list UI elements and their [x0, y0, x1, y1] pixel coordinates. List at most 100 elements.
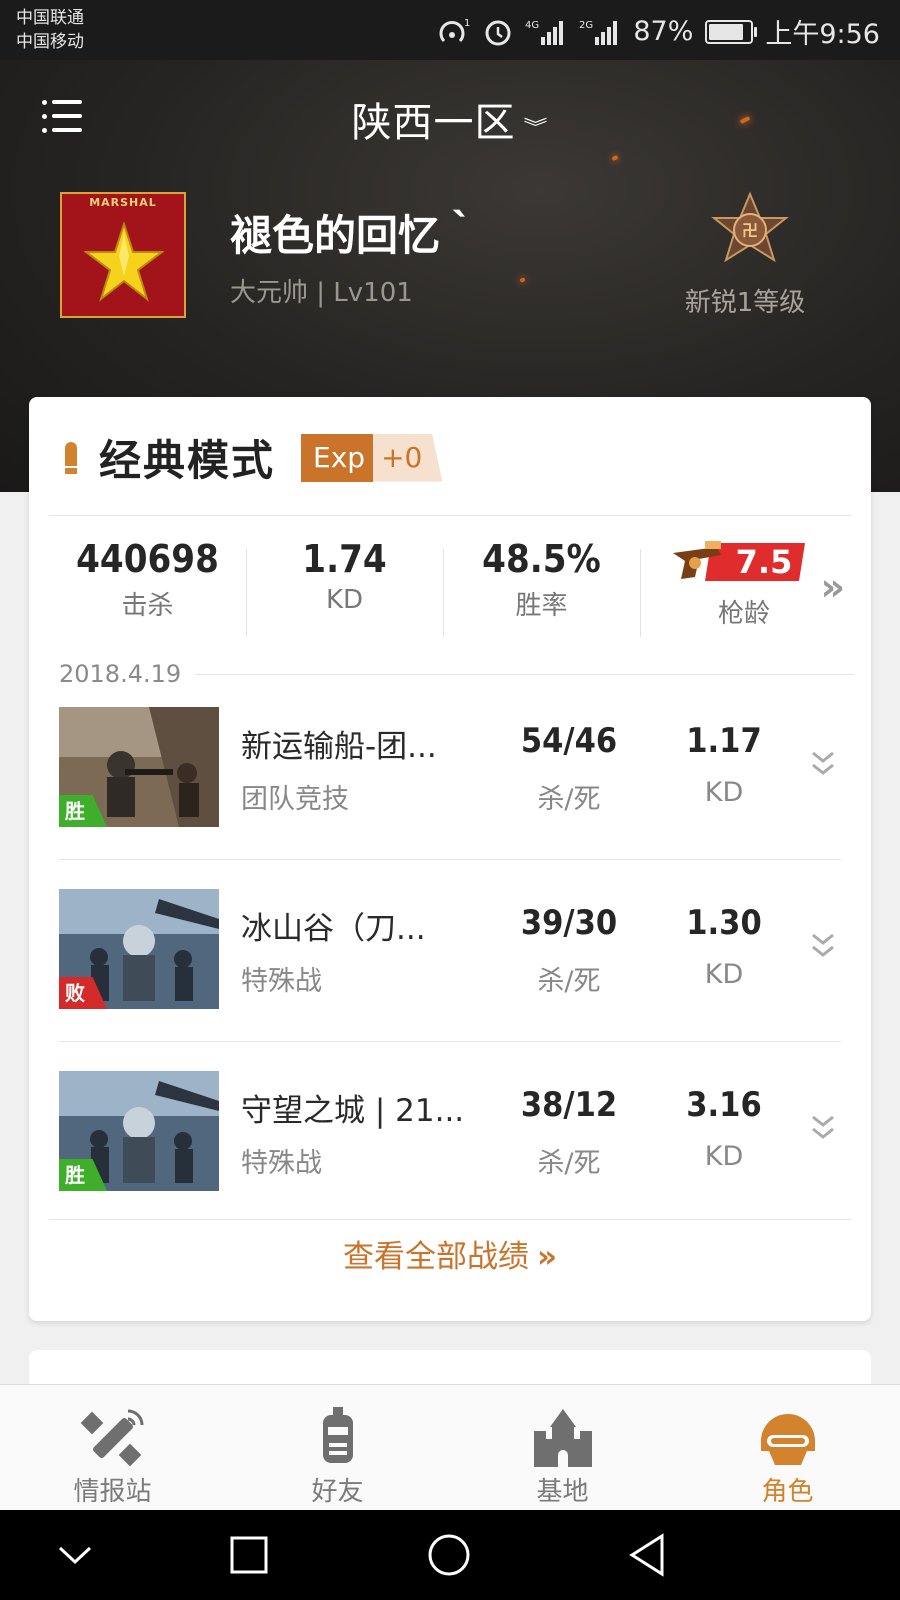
stat-label: KD: [325, 585, 364, 615]
stat-value: 440698: [76, 537, 219, 581]
exp-value: +0: [373, 433, 443, 482]
recents-square-icon[interactable]: [226, 1532, 272, 1578]
home-circle-icon[interactable]: [426, 1532, 472, 1578]
level-label: 新锐1等级: [684, 288, 806, 318]
mode-header: 经典模式 Exp +0: [65, 427, 443, 488]
player-rank-level: 大元帅 | Lv101: [230, 278, 413, 308]
stat-winrate: 48.5% 胜率: [443, 537, 640, 622]
tab-label: 基地: [536, 1477, 589, 1507]
server-name: 陕西一区: [351, 100, 516, 146]
gun-icon: [673, 541, 721, 579]
match-kd-label: KD: [704, 1141, 744, 1172]
match-mode: 特殊战: [241, 966, 322, 997]
tab-intel[interactable]: 情报站: [0, 1385, 225, 1511]
tab-character[interactable]: 角色: [675, 1385, 900, 1511]
date-header: 2018.4.19: [59, 659, 854, 689]
match-kd: 1.17: [686, 721, 762, 761]
double-arrow-right-icon: »: [536, 1239, 558, 1275]
divider: [49, 1219, 851, 1220]
mode-title: 经典模式: [99, 436, 276, 485]
match-map-name: 新运输船-团...: [241, 729, 437, 765]
divider: [59, 859, 841, 860]
stat-label: 胜率: [515, 591, 568, 621]
status-icons: 1 4G 2G 87% 上午9:56: [437, 12, 880, 51]
back-triangle-icon[interactable]: [626, 1532, 672, 1578]
match-map-name: 守望之城 | 21...: [241, 1093, 465, 1129]
hotspot-icon: 1: [439, 18, 471, 42]
system-nav-bar: [0, 1510, 900, 1600]
tab-base[interactable]: 基地: [450, 1385, 675, 1511]
match-kills-deaths-label: 杀/死: [537, 966, 601, 997]
server-selector[interactable]: 陕西一区 ︾: [0, 90, 900, 148]
match-row[interactable]: 胜 守望之城 | 21... 特殊战 38/12 杀/死 3.16 KD: [59, 1071, 839, 1251]
match-thumbnail: 胜: [59, 1071, 219, 1191]
rank-badge-text: MARSHAL: [89, 196, 157, 209]
helmet-icon: [760, 1414, 815, 1465]
classic-mode-card: 经典模式 Exp +0 440698 击杀 1.74 KD 48.5% 胜率 7…: [29, 397, 871, 1321]
match-date: 2018.4.19: [59, 660, 182, 688]
divider: [49, 515, 851, 516]
chevron-double-down-icon[interactable]: [811, 931, 835, 961]
level-medal-icon: 卍: [711, 191, 789, 263]
tab-label: 好友: [311, 1477, 364, 1507]
clock: 上午9:56: [765, 19, 880, 50]
alarm-icon: [485, 20, 511, 45]
match-kills-deaths-label: 杀/死: [537, 1148, 601, 1179]
more-arrow-icon[interactable]: »: [820, 565, 845, 609]
match-kd-label: KD: [704, 959, 744, 990]
rank-avatar: MARSHAL: [60, 192, 186, 318]
svg-text:2G: 2G: [579, 20, 593, 31]
view-all-records-link[interactable]: 查看全部战绩»: [29, 1231, 871, 1276]
tab-label: 情报站: [73, 1477, 152, 1507]
status-bar: 中国联通 中国移动 1 4G 2G 87% 上午9:56: [0, 0, 900, 60]
match-row[interactable]: 败 冰山谷（刀... 特殊战 39/30 杀/死 1.30 KD: [59, 889, 839, 1069]
chevron-double-down-icon[interactable]: [811, 749, 835, 779]
stat-kd: 1.74 KD: [246, 537, 443, 615]
player-nickname: 褪色的回忆｀: [230, 211, 483, 260]
bottom-tab-bar: 情报站 好友 基地 角色: [0, 1384, 900, 1511]
match-mode: 特殊战: [241, 1148, 322, 1179]
divider: [195, 673, 854, 675]
stat-kills: 440698 击杀: [49, 537, 246, 622]
divider: [59, 1041, 841, 1042]
chevron-down-icon[interactable]: [52, 1532, 98, 1578]
match-kd: 3.16: [686, 1085, 762, 1125]
spark-decoration: [611, 154, 619, 162]
tab-friends[interactable]: 好友: [225, 1385, 450, 1511]
chevron-double-down-icon[interactable]: [811, 1113, 835, 1143]
stats-row[interactable]: 440698 击杀 1.74 KD 48.5% 胜率 7.5 枪龄 »: [49, 537, 849, 647]
match-kills-deaths: 38/12: [520, 1085, 618, 1125]
match-thumbnail: 败: [59, 889, 219, 1009]
divider: [640, 549, 641, 637]
match-kd: 1.30: [686, 903, 762, 943]
satellite-icon: [80, 1409, 143, 1467]
match-mode: 团队竞技: [241, 784, 349, 815]
signal-4g-icon: 4G: [525, 20, 564, 45]
star-icon: [84, 222, 164, 302]
svg-text:卍: 卍: [742, 221, 758, 240]
match-kills-deaths: 54/46: [520, 721, 618, 761]
match-kills-deaths-label: 杀/死: [537, 784, 601, 815]
stat-value: 48.5%: [482, 537, 601, 581]
match-map-name: 冰山谷（刀...: [241, 911, 426, 947]
match-kills-deaths: 39/30: [520, 903, 618, 943]
exp-badge: Exp +0: [301, 433, 443, 482]
carrier-2: 中国移动: [16, 32, 84, 52]
svg-text:4G: 4G: [525, 20, 539, 31]
battery-percent: 87%: [633, 16, 694, 47]
match-thumbnail: 胜: [59, 707, 219, 827]
bullet-icon: [65, 441, 77, 474]
view-all-label: 查看全部战绩: [342, 1239, 529, 1275]
gun-age-tag: 7.5: [669, 537, 819, 583]
gun-age-label: 枪龄: [717, 599, 770, 629]
battery-icon: [705, 19, 758, 44]
tab-label: 角色: [761, 1477, 814, 1507]
match-row[interactable]: 胜 新运输船-团... 团队竞技 54/46 杀/死 1.17 KD: [59, 707, 839, 887]
exp-label: Exp: [301, 433, 374, 482]
chevron-down-icon: ︾: [523, 115, 549, 139]
stat-value: 1.74: [302, 537, 387, 581]
signal-2g-icon: 2G: [579, 20, 618, 45]
carrier-1: 中国联通: [16, 8, 84, 28]
castle-icon: [533, 1409, 592, 1467]
match-kd-label: KD: [704, 777, 744, 808]
